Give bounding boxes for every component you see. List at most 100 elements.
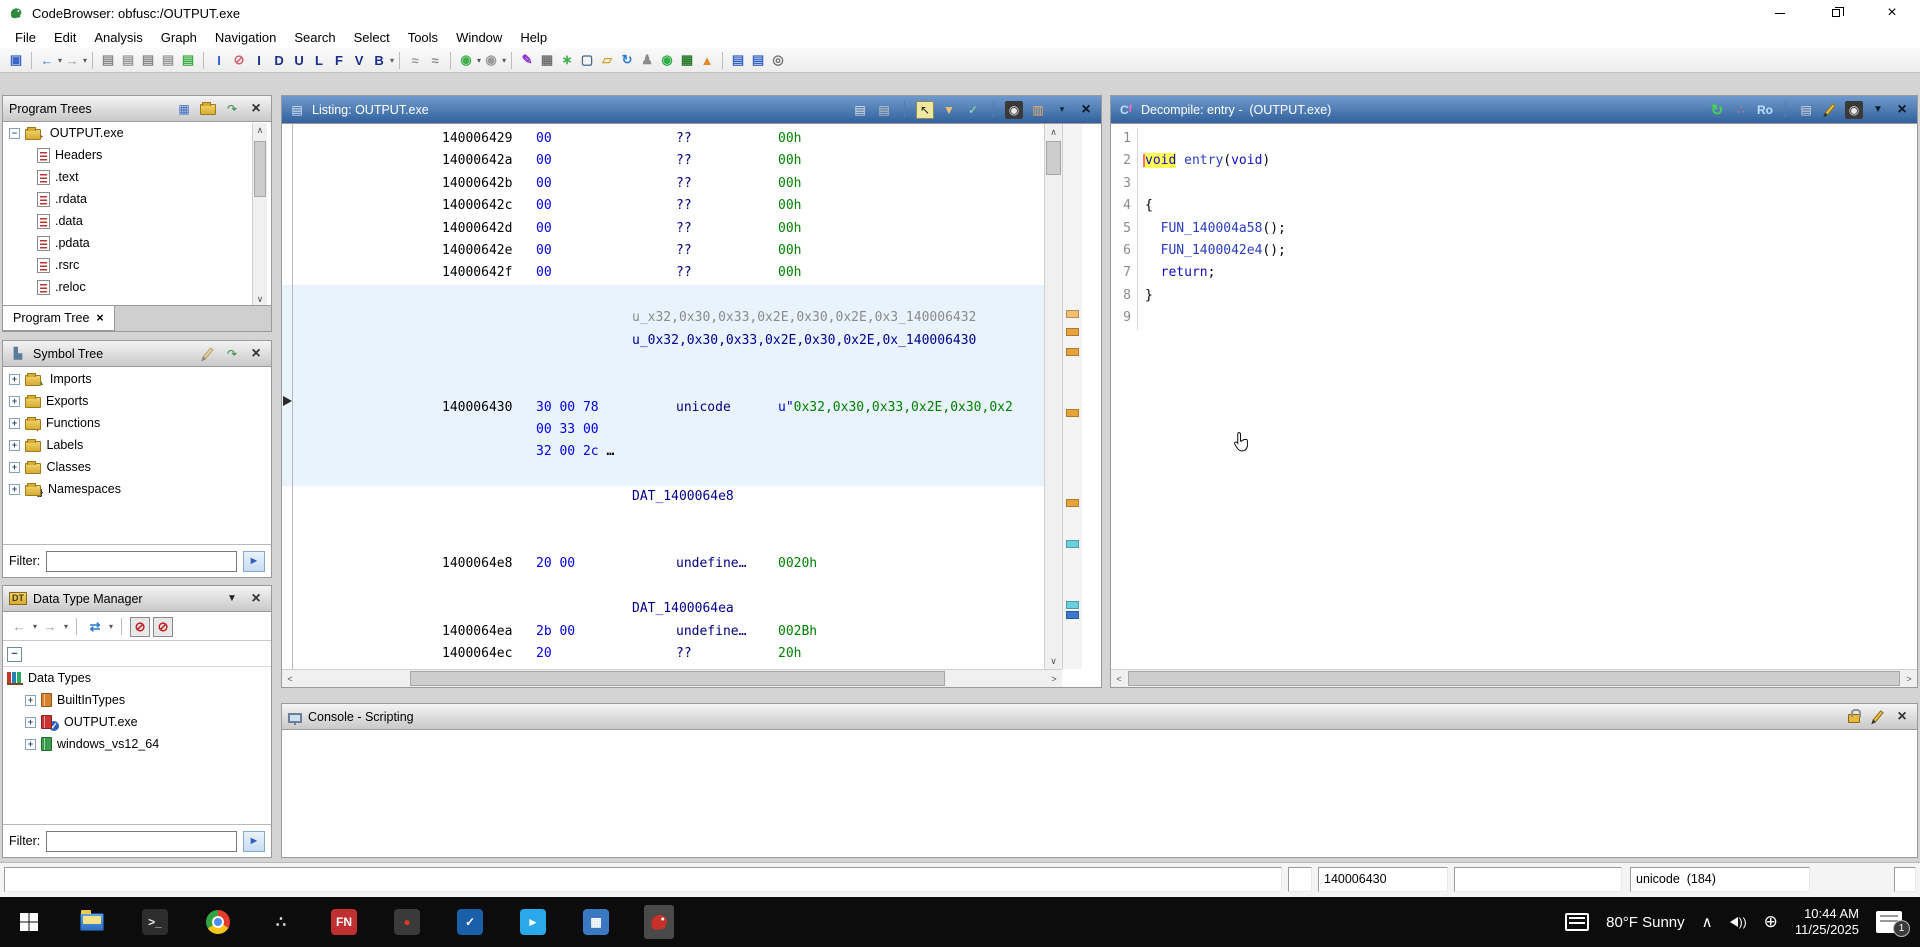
listing-row[interactable]: 14000642900??00h (282, 128, 1062, 150)
menu-edit[interactable]: Edit (45, 28, 85, 47)
person-icon[interactable]: ♟ (637, 50, 657, 70)
menu-window[interactable]: Window (447, 28, 511, 47)
paw-app-icon[interactable]: ∴ (266, 905, 296, 939)
clone-icon[interactable]: ▤ (158, 50, 178, 70)
listing-row[interactable]: 00 33 00 (282, 419, 1062, 441)
letter-u-icon[interactable]: U (289, 50, 309, 70)
refresh-icon[interactable]: ↻ (1708, 101, 1726, 119)
listing-row[interactable]: 1400064ea2b 00undefine…002Bh (282, 621, 1062, 643)
listing-row[interactable]: 14000642f00??00h (282, 262, 1062, 284)
wand-icon[interactable]: ✎ (517, 50, 537, 70)
messaging-app-icon[interactable]: ► (518, 905, 548, 939)
snapshot-tree-icon[interactable]: ↷ (223, 100, 241, 118)
menu-graph[interactable]: Graph (152, 28, 206, 47)
scroll-left-icon[interactable]: < (282, 670, 298, 687)
paste-icon[interactable]: ▤ (118, 50, 138, 70)
scroll-down-icon[interactable]: ∨ (1045, 653, 1062, 669)
tree-item-text[interactable]: .text (3, 166, 271, 188)
symbol-tree-item-exports[interactable]: +Exports (3, 390, 271, 412)
snapshot-symbols-icon[interactable]: ↷ (223, 345, 241, 363)
tree-item-outputexe[interactable]: −►OUTPUT.exe (3, 122, 271, 144)
memory-map-icon[interactable]: ▦ (537, 50, 557, 70)
listing-row[interactable]: 14000642d00??00h (282, 218, 1062, 240)
open-folder-icon[interactable] (199, 100, 217, 118)
console-header[interactable]: Console - Scripting × (282, 704, 1917, 730)
restore-button[interactable] (1808, 0, 1864, 26)
letter-d-icon[interactable]: D (269, 50, 289, 70)
tree-expander-icon[interactable]: + (9, 484, 20, 495)
dtm-item-datatypes[interactable]: Data Types (3, 667, 271, 689)
tree-expander-icon[interactable]: + (9, 418, 20, 429)
filter-settings-icon[interactable]: ► (243, 551, 265, 572)
video-icon[interactable]: ▦ (677, 50, 697, 70)
snapshot-camera-icon[interactable]: ◉ (1005, 101, 1023, 119)
tree-expander-icon[interactable]: + (9, 462, 20, 473)
dtm-close-icon[interactable]: × (247, 590, 265, 608)
clear-flow-icon[interactable]: ≈ (405, 50, 425, 70)
letter-b-icon-dropdown[interactable]: ▾ (390, 56, 394, 65)
edit-icon[interactable] (1821, 101, 1839, 119)
edit-filter-icon[interactable] (199, 345, 217, 363)
listing-row[interactable] (282, 374, 1062, 396)
duplicate-icon[interactable]: ▤ (138, 50, 158, 70)
clock[interactable]: 10:44 AM 11/25/2025 (1795, 906, 1859, 938)
menu-file[interactable]: File (6, 28, 45, 47)
news-icon[interactable] (1565, 913, 1589, 931)
scroll-thumb[interactable] (410, 671, 945, 686)
listing-row[interactable] (282, 464, 1062, 486)
paste-icon[interactable]: ▤ (875, 101, 893, 119)
dtm-collapse-all-icon[interactable]: − (7, 644, 22, 662)
scroll-up-icon[interactable]: ∧ (253, 123, 267, 137)
dtm-menu-icon[interactable]: ▼ (223, 590, 241, 608)
menu-analysis[interactable]: Analysis (85, 28, 151, 47)
new-tree-icon[interactable]: ▦ (175, 100, 193, 118)
tree-expander-icon[interactable]: + (25, 717, 36, 728)
listing-row[interactable] (282, 352, 1062, 374)
save-icon[interactable]: ▣ (6, 50, 26, 70)
decompile-menu-icon[interactable]: ▼ (1869, 101, 1887, 119)
navigation-marker[interactable] (1066, 601, 1079, 609)
listing-hscrollbar[interactable]: < > (282, 669, 1062, 687)
console-output[interactable] (282, 731, 1917, 857)
listing-row[interactable]: 1400064e820 00undefine…0020h (282, 553, 1062, 575)
tree-item-pdata[interactable]: .pdata (3, 232, 271, 254)
monitor-icon[interactable]: ▢ (577, 50, 597, 70)
dtm-filter-input[interactable] (46, 831, 237, 852)
tab-close-icon[interactable]: × (96, 311, 103, 325)
forward-icon-dropdown[interactable]: ▾ (83, 56, 87, 65)
menu-help[interactable]: Help (511, 28, 556, 47)
tree-expander-icon[interactable]: + (9, 396, 20, 407)
tree-expander-icon[interactable]: + (25, 695, 36, 706)
symbol-tree-item-labels[interactable]: +●Labels (3, 434, 271, 456)
table-view2-icon[interactable]: ▤ (748, 50, 768, 70)
plant-icon[interactable]: ∗ (557, 50, 577, 70)
scroll-thumb[interactable] (254, 141, 266, 197)
minimize-button[interactable] (1752, 0, 1808, 26)
letter-b-icon[interactable]: B (369, 50, 389, 70)
listing-close-icon[interactable]: × (1077, 101, 1095, 119)
decompile-line[interactable]: 6 FUN_1400042e4(); (1111, 240, 1917, 262)
back-icon[interactable]: ← (37, 50, 57, 70)
tree-expander-icon[interactable]: + (25, 739, 36, 750)
symbol-tree-close-icon[interactable]: × (247, 345, 265, 363)
program-trees-header[interactable]: Program Trees ▦ ↷ × (3, 96, 271, 122)
decompile-content[interactable]: 12void entry(void)34{5 FUN_140004a58();6… (1111, 124, 1917, 669)
menu-navigation[interactable]: Navigation (206, 28, 285, 47)
dtm-item-outputexe[interactable]: +✓OUTPUT.exe (3, 711, 271, 733)
scroll-right-icon[interactable]: > (1046, 670, 1062, 687)
dtm-header[interactable]: DT Data Type Manager ▼ × (3, 586, 271, 612)
tree-item-data[interactable]: .data (3, 210, 271, 232)
letter-l-icon[interactable]: L (309, 50, 329, 70)
run-icon[interactable]: ◉ (657, 50, 677, 70)
dtm-forward-icon[interactable]: → (40, 617, 60, 637)
diff-view-icon[interactable]: ✓ (964, 101, 982, 119)
edit-console-icon[interactable] (1869, 708, 1887, 726)
ghidra-icon[interactable] (644, 905, 674, 939)
rename-ro-icon[interactable]: Ro (1756, 101, 1774, 119)
snapshot-camera-icon[interactable]: ◉ (1845, 101, 1863, 119)
listing-row[interactable]: 14000642c00??00h (282, 195, 1062, 217)
graph-icon[interactable]: ∴ (1732, 101, 1750, 119)
tree-expander-icon[interactable]: + (9, 440, 20, 451)
fn-app-icon[interactable]: FN (329, 905, 359, 939)
terminal-icon[interactable]: >_ (140, 905, 170, 939)
